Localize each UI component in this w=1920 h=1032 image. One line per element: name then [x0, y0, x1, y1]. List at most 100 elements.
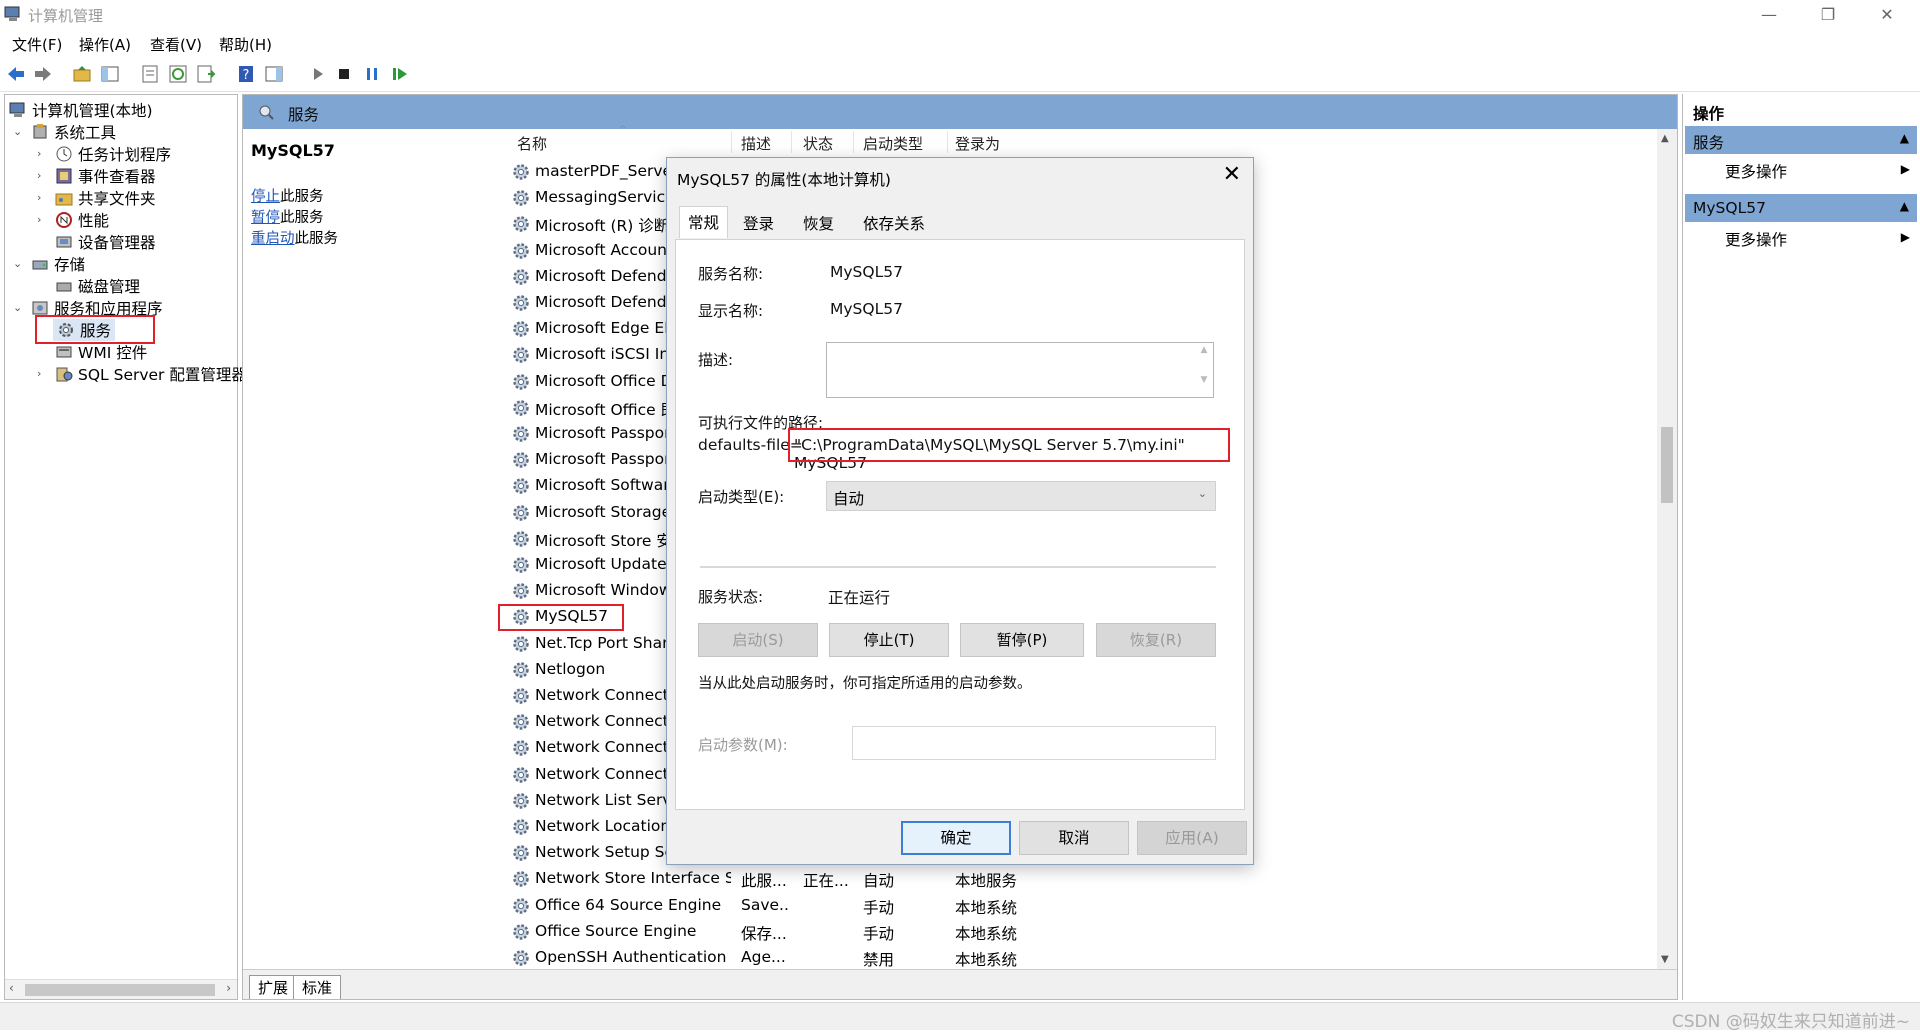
forward-arrow-icon[interactable] [33, 64, 53, 84]
actions-section-services[interactable]: 服务 ▲ [1685, 126, 1917, 154]
row-cell-startup: 手动 [863, 924, 895, 943]
column-header-description[interactable]: 描述 [741, 133, 771, 154]
tab-standard[interactable]: 标准 [293, 975, 342, 999]
back-arrow-icon[interactable] [6, 64, 26, 84]
menu-bar: 文件(F) 操作(A) 查看(V) 帮助(H) [0, 30, 1920, 56]
menu-help[interactable]: 帮助(H) [219, 34, 272, 55]
collapse-up-icon[interactable]: ▲ [1900, 131, 1909, 145]
table-row[interactable]: Office Source Engine 保存... 手动 本地系统 [243, 919, 1423, 945]
tree-sql-config[interactable]: SQL Server 配置管理器 [55, 363, 247, 385]
more-actions-mysql[interactable]: 更多操作 [1725, 228, 1787, 250]
service-gear-icon [511, 896, 531, 916]
tab-dependencies[interactable]: 依存关系 [855, 208, 933, 238]
tree-task-scheduler[interactable]: 任务计划程序 [55, 143, 171, 165]
tree-device-manager[interactable]: 设备管理器 [55, 231, 156, 253]
divider [700, 566, 1216, 568]
actions-title: 操作 [1693, 105, 1725, 123]
restart-service-icon[interactable] [390, 64, 410, 84]
service-status-label: 服务状态: [698, 588, 764, 606]
minimize-button[interactable]: — [1746, 2, 1792, 28]
service-gear-icon [511, 581, 531, 601]
action-pane-icon[interactable] [264, 64, 284, 84]
start-service-icon[interactable] [308, 64, 328, 84]
tree-performance[interactable]: 性能 [55, 209, 109, 231]
navigation-tree: 计算机管理(本地) ⌄ 系统工具 › 任务计划程序 › 事件查看器 › 共享文件… [4, 94, 247, 1000]
tree-event-viewer[interactable]: 事件查看器 [55, 165, 156, 187]
up-folder-icon[interactable] [72, 64, 92, 84]
description-scrollbar[interactable]: ▲ ▼ [1197, 345, 1211, 395]
scroll-left-icon[interactable]: ‹ [9, 981, 14, 995]
tree-horizontal-scrollbar[interactable]: ‹ › [5, 979, 237, 999]
tab-logon[interactable]: 登录 [735, 208, 782, 238]
expand-icon[interactable]: › [37, 169, 41, 182]
stop-service-icon[interactable] [334, 64, 354, 84]
column-header-status[interactable]: 状态 [803, 133, 833, 154]
startup-type-value: 自动 [833, 490, 865, 508]
watermark-text: CSDN @码奴生来只知道前进~ [1671, 1012, 1910, 1032]
expand-icon[interactable]: › [37, 213, 41, 226]
row-cell-name: Network Store Interface Se... [535, 869, 731, 888]
start-button[interactable]: 启动(S) [698, 623, 818, 657]
more-actions-services[interactable]: 更多操作 [1725, 160, 1787, 182]
tree-storage[interactable]: 存储 [31, 253, 85, 275]
pause-button[interactable]: 暂停(P) [960, 623, 1084, 657]
search-gear-icon [259, 105, 274, 120]
expand-icon[interactable]: › [37, 367, 41, 380]
expand-icon[interactable]: › [37, 191, 41, 204]
expand-icon[interactable]: › [37, 147, 41, 160]
close-window-button[interactable]: ✕ [1864, 2, 1910, 28]
start-params-input[interactable] [852, 726, 1216, 760]
column-header-name[interactable]: 名称 [517, 133, 547, 154]
resume-button[interactable]: 恢复(R) [1096, 623, 1216, 657]
stop-button[interactable]: 停止(T) [829, 623, 949, 657]
help-icon[interactable]: ? [236, 64, 256, 84]
row-cell-desc: Save... [741, 895, 789, 914]
table-row[interactable]: Office 64 Source Engine Save... 手动 本地系统 [243, 893, 1423, 919]
startup-type-select[interactable]: 自动 ⌄ [826, 481, 1216, 511]
service-gear-icon [511, 267, 531, 287]
collapse-up-icon[interactable]: ▲ [1900, 199, 1909, 213]
actions-section-mysql[interactable]: MySQL57 ▲ [1685, 194, 1917, 222]
service-gear-icon [511, 555, 531, 575]
collapse-system-tools-icon[interactable]: ⌄ [13, 125, 22, 138]
tree-wmi[interactable]: WMI 控件 [55, 341, 147, 363]
close-icon[interactable]: ✕ [1223, 162, 1241, 187]
apply-button[interactable]: 应用(A) [1137, 821, 1247, 855]
pause-service-icon[interactable] [362, 64, 382, 84]
event-viewer-icon [56, 168, 72, 184]
tab-extended[interactable]: 扩展 [249, 975, 298, 999]
tree-disk-management[interactable]: 磁盘管理 [55, 275, 140, 297]
description-field[interactable]: ▲ ▼ [826, 342, 1214, 398]
scroll-down-icon[interactable]: ▼ [1661, 954, 1669, 965]
menu-view[interactable]: 查看(V) [150, 34, 202, 55]
column-header-logon[interactable]: 登录为 [955, 133, 1000, 154]
scroll-thumb[interactable] [25, 984, 215, 996]
table-row[interactable]: Network Store Interface Se... 此服... 正在... 自… [243, 866, 1423, 892]
show-hide-tree-icon[interactable] [100, 64, 120, 84]
tab-general[interactable]: 常规 [679, 206, 729, 238]
services-vertical-scrollbar[interactable]: ▲ ▼ [1657, 129, 1677, 969]
scroll-right-icon[interactable]: › [226, 981, 231, 995]
export-list-icon[interactable] [196, 64, 216, 84]
scroll-thumb[interactable] [1661, 427, 1673, 503]
tab-recovery[interactable]: 恢复 [795, 208, 842, 238]
column-header-startup-type[interactable]: 启动类型 [863, 133, 923, 154]
menu-file[interactable]: 文件(F) [12, 34, 62, 55]
collapse-services-apps-icon[interactable]: ⌄ [13, 301, 22, 314]
properties-icon[interactable] [140, 64, 160, 84]
table-row[interactable]: OpenSSH Authentication ... Age... 禁用 本地系统 [243, 945, 1423, 971]
tree-root[interactable]: 计算机管理(本地) [9, 99, 153, 121]
refresh-icon[interactable] [168, 64, 188, 84]
service-gear-icon [511, 319, 531, 339]
restore-button[interactable]: ❐ [1805, 2, 1851, 28]
tree-system-tools[interactable]: 系统工具 [31, 121, 116, 143]
submenu-arrow-icon: ▶ [1900, 162, 1910, 176]
menu-action[interactable]: 操作(A) [79, 34, 131, 55]
start-params-hint: 当从此处启动服务时，你可指定所适用的启动参数。 [698, 676, 1032, 692]
tree-shared-folders[interactable]: 共享文件夹 [55, 187, 156, 209]
collapse-storage-icon[interactable]: ⌄ [13, 257, 22, 270]
service-gear-icon [511, 660, 531, 680]
ok-button[interactable]: 确定 [901, 821, 1011, 855]
cancel-button[interactable]: 取消 [1019, 821, 1129, 855]
scroll-up-icon[interactable]: ▲ [1661, 133, 1669, 144]
